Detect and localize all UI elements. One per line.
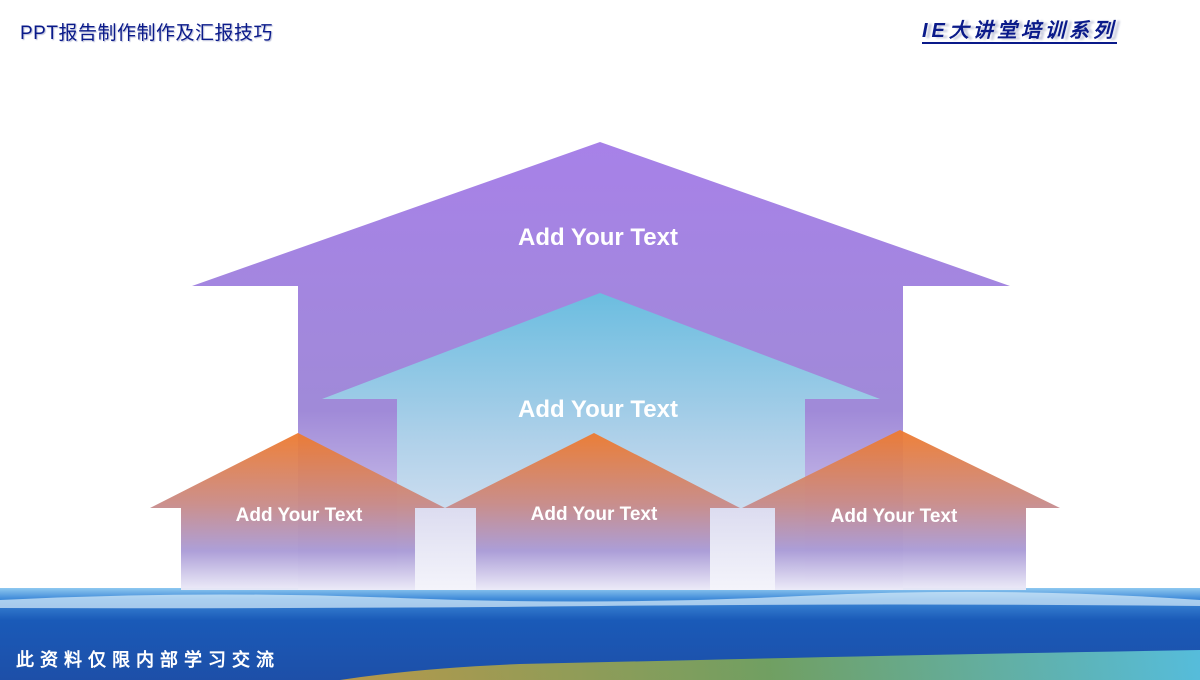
slide-title: PPT报告制作制作及汇报技巧 (20, 23, 273, 44)
arrow-bottom-left-label: Add Your Text (236, 505, 363, 526)
arrow-top-label: Add Your Text (518, 224, 678, 251)
arrow-bottom-right-label: Add Your Text (831, 506, 958, 527)
arrow-middle-label: Add Your Text (518, 396, 678, 423)
arrow-bottom-center-label: Add Your Text (531, 504, 658, 525)
gap-block-left (415, 508, 476, 590)
gap-block-right (710, 508, 775, 590)
footer-note: 此资料仅限内部学习交流 (16, 650, 280, 670)
series-logo: IE大讲堂培训系列 (922, 20, 1117, 44)
arrow-diagram: Add Your Text Add Your Text Add Your Tex… (0, 142, 1200, 680)
